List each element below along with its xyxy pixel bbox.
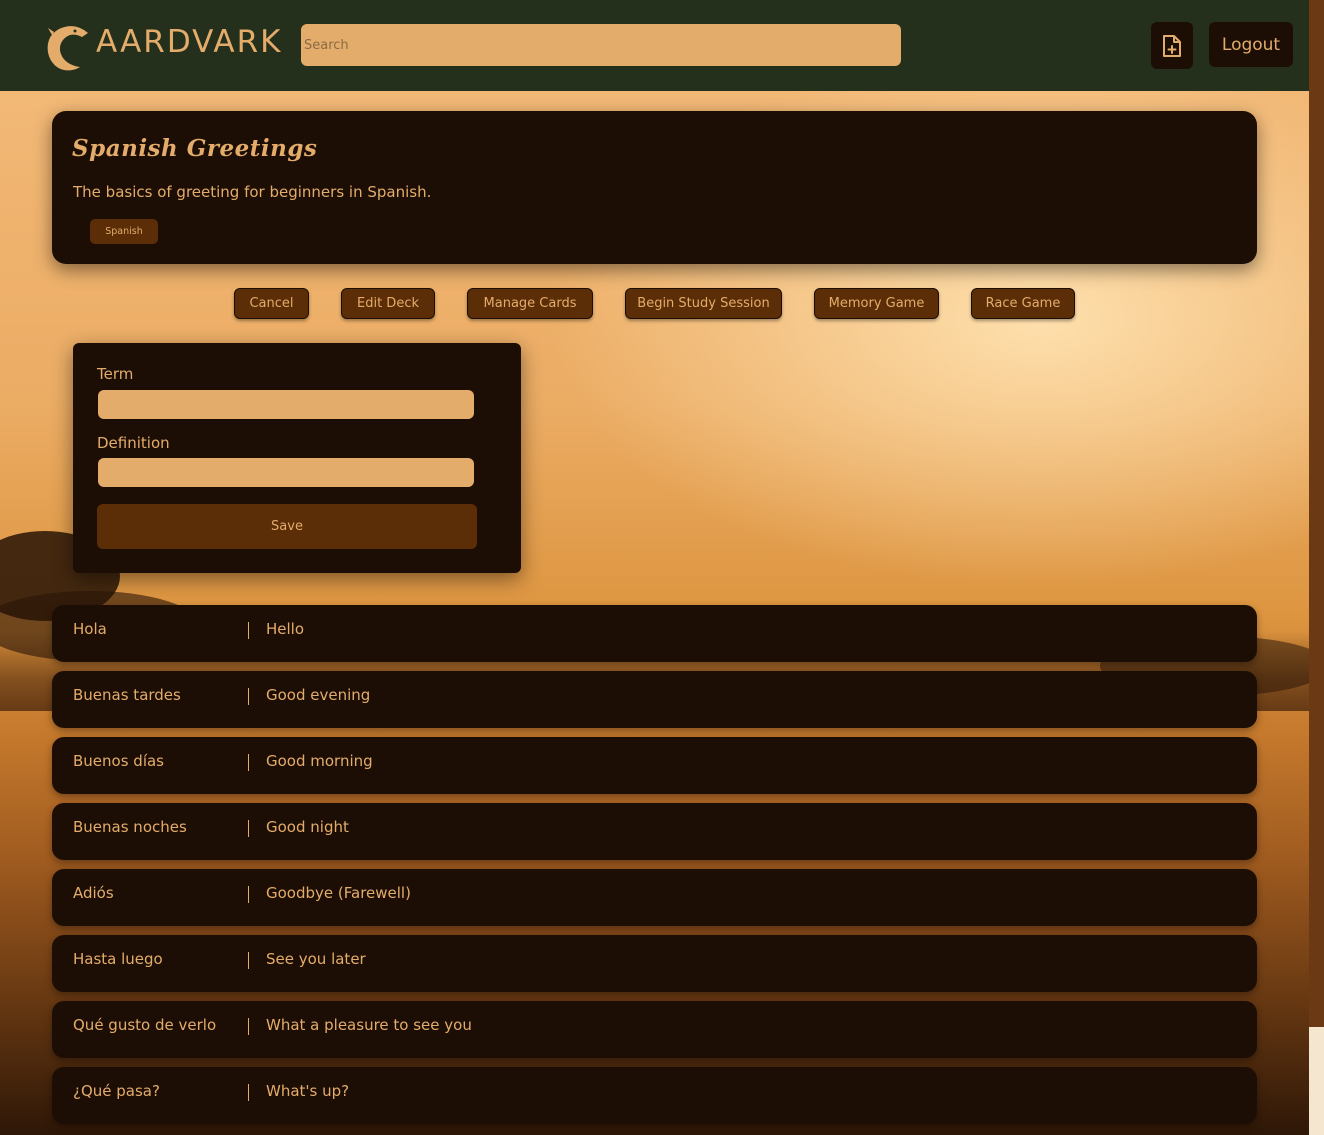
card-term: Hola: [73, 620, 107, 638]
top-header: AARDVARK Logout: [0, 0, 1309, 91]
divider: [248, 886, 249, 903]
card-row[interactable]: Qué gusto de verlo What a pleasure to se…: [52, 1001, 1257, 1058]
scrollbar-thumb[interactable]: [1309, 1027, 1324, 1135]
term-label: Term: [97, 365, 134, 383]
divider: [248, 622, 249, 639]
card-row[interactable]: Buenos días Good morning: [52, 737, 1257, 794]
deck-description: The basics of greeting for beginners in …: [73, 183, 432, 201]
divider: [248, 820, 249, 837]
card-definition: What a pleasure to see you: [266, 1016, 472, 1034]
card-row[interactable]: Hasta luego See you later: [52, 935, 1257, 992]
save-button[interactable]: Save: [97, 504, 477, 549]
card-row[interactable]: Adiós Goodbye (Farewell): [52, 869, 1257, 926]
memory-game-button[interactable]: Memory Game: [814, 288, 939, 319]
card-definition: Goodbye (Farewell): [266, 884, 411, 902]
deck-info-card: Spanish Greetings The basics of greeting…: [52, 111, 1257, 264]
new-deck-button[interactable]: [1151, 22, 1193, 69]
brand-name[interactable]: AARDVARK: [96, 24, 282, 60]
race-game-button[interactable]: Race Game: [971, 288, 1075, 319]
card-term: Adiós: [73, 884, 114, 902]
divider: [248, 754, 249, 771]
deck-tag[interactable]: Spanish: [90, 219, 158, 244]
definition-input[interactable]: [98, 458, 474, 487]
file-plus-icon: [1163, 34, 1181, 57]
definition-label: Definition: [97, 434, 170, 452]
card-row[interactable]: Hola Hello: [52, 605, 1257, 662]
divider: [248, 952, 249, 969]
card-term: Qué gusto de verlo: [73, 1016, 217, 1034]
card-term: Hasta luego: [73, 950, 163, 968]
cancel-button[interactable]: Cancel: [234, 288, 309, 319]
card-definition: Hello: [266, 620, 305, 638]
card-definition: Good night: [266, 818, 349, 836]
card-definition: Good morning: [266, 752, 373, 770]
card-term: Buenas tardes: [73, 686, 181, 704]
logout-button[interactable]: Logout: [1209, 22, 1293, 67]
card-row[interactable]: Buenas noches Good night: [52, 803, 1257, 860]
term-input[interactable]: [98, 390, 474, 419]
manage-cards-button[interactable]: Manage Cards: [467, 288, 593, 319]
divider: [248, 1084, 249, 1101]
edit-deck-button[interactable]: Edit Deck: [341, 288, 435, 319]
card-term: ¿Qué pasa?: [73, 1082, 160, 1100]
add-card-form: Term Definition Save: [73, 343, 521, 573]
page-scrollbar[interactable]: [1309, 0, 1324, 1135]
card-definition: What's up?: [266, 1082, 350, 1100]
card-row[interactable]: ¿Qué pasa? What's up?: [52, 1067, 1257, 1124]
divider: [248, 1018, 249, 1035]
divider: [248, 688, 249, 705]
card-term: Buenos días: [73, 752, 164, 770]
card-definition: Good evening: [266, 686, 371, 704]
search-input[interactable]: [301, 24, 901, 66]
card-row[interactable]: Buenas tardes Good evening: [52, 671, 1257, 728]
begin-study-session-button[interactable]: Begin Study Session: [625, 288, 782, 319]
card-term: Buenas noches: [73, 818, 187, 836]
aardvark-logo-icon[interactable]: [44, 22, 90, 72]
deck-title: Spanish Greetings: [72, 135, 318, 162]
card-definition: See you later: [266, 950, 366, 968]
